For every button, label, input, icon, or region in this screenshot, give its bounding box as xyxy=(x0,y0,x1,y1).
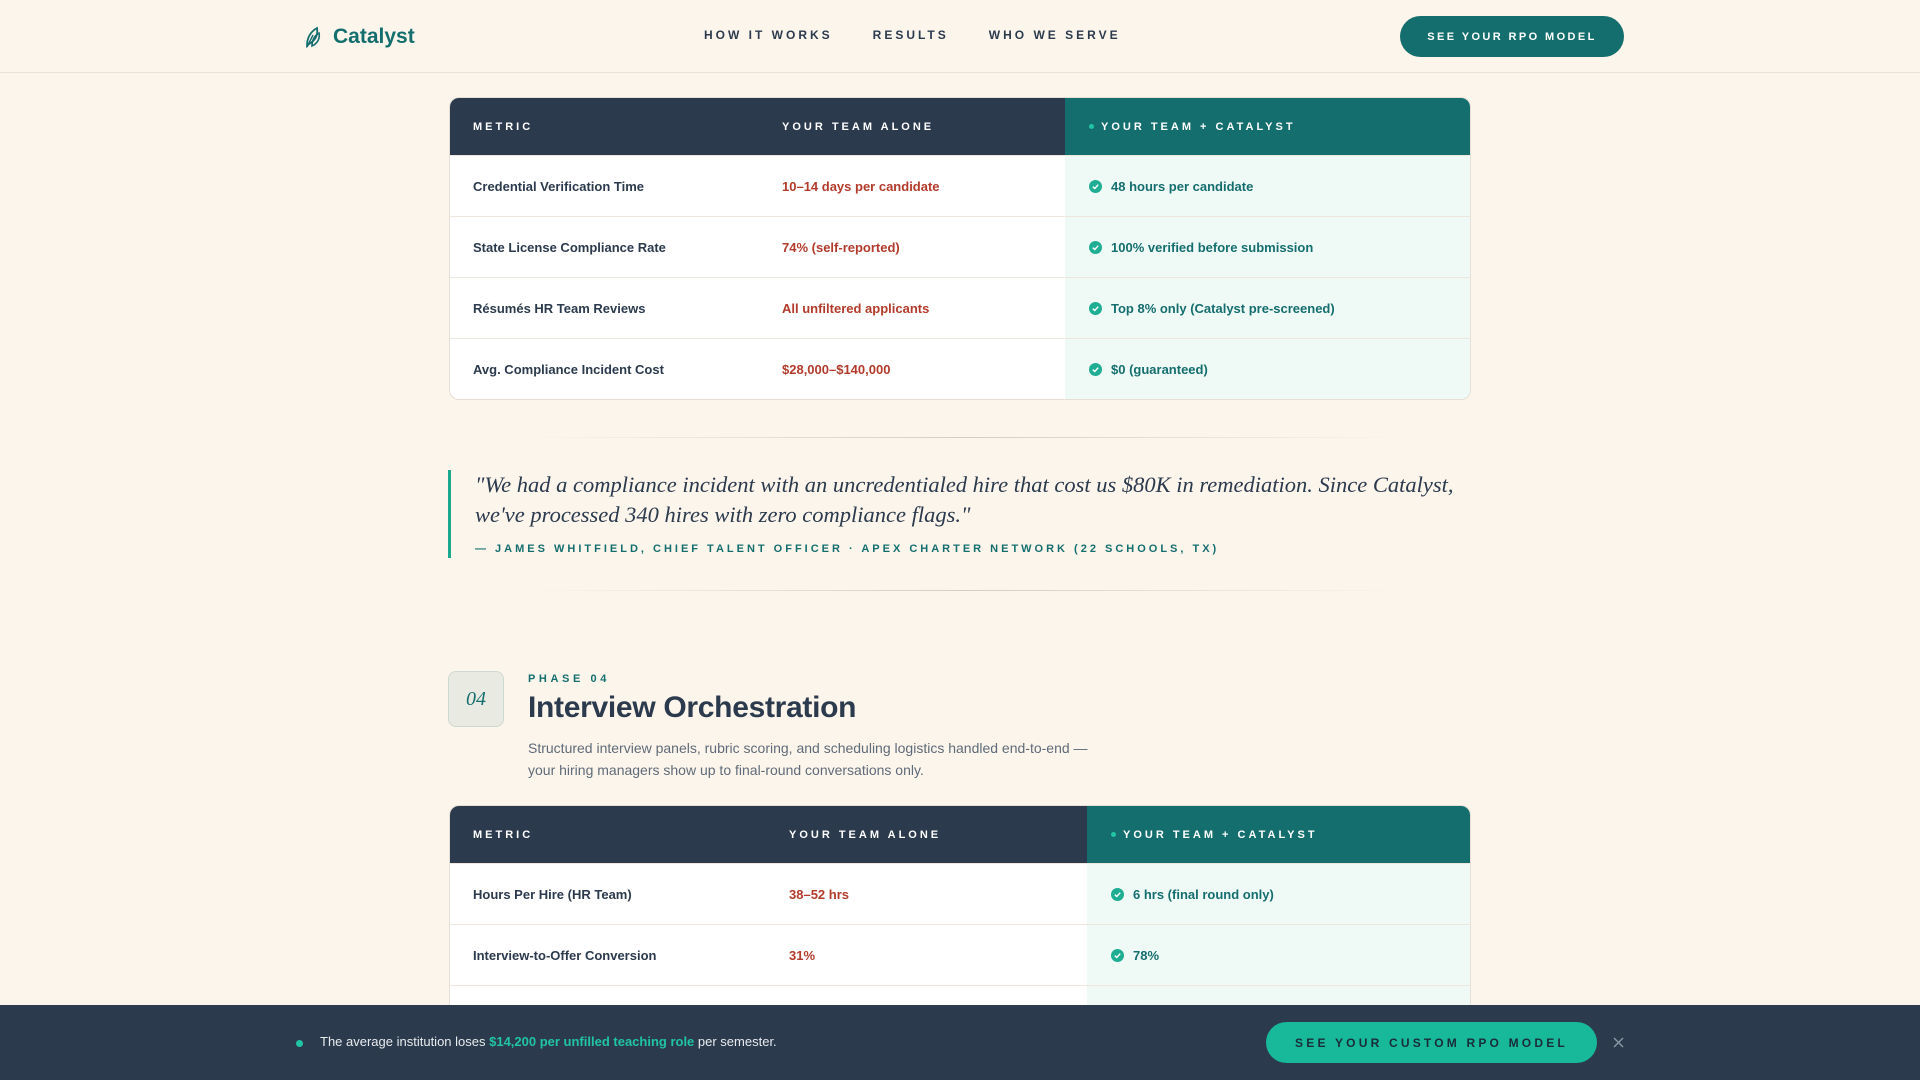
metric-cell: Credential Verification Time xyxy=(473,178,644,194)
team-catalyst-value: 6 hrs (final round only) xyxy=(1133,886,1274,902)
see-custom-rpo-model-button[interactable]: SEE YOUR CUSTOM RPO MODEL xyxy=(1266,1022,1597,1063)
team-catalyst-cell: 78% xyxy=(1087,925,1470,985)
brand-name: Catalyst xyxy=(333,25,415,48)
quote-text: "We had a compliance incident with an un… xyxy=(475,472,1454,527)
column-header-team-catalyst: YOUR TEAM + CATALYST xyxy=(1087,806,1470,863)
check-circle-icon xyxy=(1089,301,1102,315)
column-header-metric: METRIC xyxy=(450,98,782,155)
column-header-team-alone: YOUR TEAM ALONE xyxy=(789,806,1087,863)
phase-description: Structured interview panels, rubric scor… xyxy=(528,740,1088,778)
team-alone-cell: 10–14 days per candidate xyxy=(782,178,940,194)
team-alone-cell: $28,000–$140,000 xyxy=(782,361,891,377)
nav-link-who-we-serve[interactable]: WHO WE SERVE xyxy=(989,28,1121,42)
column-header-team-catalyst: YOUR TEAM + CATALYST xyxy=(1065,98,1470,155)
table-row: Avg. Compliance Incident Cost $28,000–$1… xyxy=(450,338,1470,399)
table-header-row: METRIC YOUR TEAM ALONE YOUR TEAM + CATAL… xyxy=(450,98,1470,155)
cost-message-before: The average institution loses xyxy=(320,1034,490,1049)
comparison-table-interviews: METRIC YOUR TEAM ALONE YOUR TEAM + CATAL… xyxy=(449,805,1471,1005)
site-header: Catalyst HOW IT WORKS RESULTS WHO WE SER… xyxy=(0,0,1920,73)
table-row: Credential Verification Time 10–14 days … xyxy=(450,155,1470,216)
team-alone-cell: 38–52 hrs xyxy=(789,886,849,902)
team-alone-cell: All unfiltered applicants xyxy=(782,300,930,316)
team-catalyst-value: Top 8% only (Catalyst pre-screened) xyxy=(1111,300,1335,316)
table-row-partial xyxy=(450,985,1470,1005)
nav-link-results[interactable]: RESULTS xyxy=(873,28,949,42)
team-catalyst-cell: Top 8% only (Catalyst pre-screened) xyxy=(1065,278,1470,338)
cost-highlight: $14,200 per unfilled teaching role xyxy=(489,1034,695,1049)
table-row: State License Compliance Rate 74% (self-… xyxy=(450,216,1470,277)
team-catalyst-value: 100% verified before submission xyxy=(1111,239,1314,255)
metric-cell: Avg. Compliance Incident Cost xyxy=(473,361,664,377)
column-header-team-catalyst-label: YOUR TEAM + CATALYST xyxy=(1123,828,1318,841)
phase-number-badge: 04 xyxy=(448,671,504,727)
team-alone-cell: 74% (self-reported) xyxy=(782,239,900,255)
team-catalyst-value: 48 hours per candidate xyxy=(1111,178,1254,194)
column-header-team-catalyst-label: YOUR TEAM + CATALYST xyxy=(1101,120,1296,133)
main-nav: HOW IT WORKS RESULTS WHO WE SERVE xyxy=(704,28,1121,42)
team-alone-cell xyxy=(789,986,1087,1005)
table-header-row: METRIC YOUR TEAM ALONE YOUR TEAM + CATAL… xyxy=(450,806,1470,863)
team-catalyst-value: 78% xyxy=(1133,947,1160,963)
column-header-team-alone: YOUR TEAM ALONE xyxy=(782,98,1065,155)
metric-cell: Résumés HR Team Reviews xyxy=(473,300,646,316)
team-catalyst-value: $0 (guaranteed) xyxy=(1111,361,1208,377)
team-alone-cell: 31% xyxy=(789,947,816,963)
team-catalyst-cell: 100% verified before submission xyxy=(1065,217,1470,277)
team-catalyst-cell: 6 hrs (final round only) xyxy=(1087,864,1470,924)
cost-message-after: per semester. xyxy=(694,1034,777,1049)
quote-attribution: — JAMES WHITFIELD, CHIEF TALENT OFFICER … xyxy=(475,543,1220,555)
check-circle-icon xyxy=(1111,948,1124,962)
see-rpo-model-button[interactable]: SEE YOUR RPO MODEL xyxy=(1400,16,1624,57)
check-circle-icon xyxy=(1089,179,1102,193)
metric-cell: Hours Per Hire (HR Team) xyxy=(473,886,632,902)
close-icon xyxy=(1613,1037,1623,1047)
testimonial-quote: "We had a compliance incident with an un… xyxy=(448,470,1478,558)
comparison-table-compliance: METRIC YOUR TEAM ALONE YOUR TEAM + CATAL… xyxy=(449,97,1471,400)
leaf-logo-icon xyxy=(306,26,321,48)
check-circle-icon xyxy=(1089,362,1102,376)
metric-cell: Interview-to-Offer Conversion xyxy=(473,947,657,963)
accent-dot-icon xyxy=(1111,832,1116,837)
table-row: Hours Per Hire (HR Team) 38–52 hrs 6 hrs… xyxy=(450,863,1470,924)
phase-title: Interview Orchestration xyxy=(528,691,857,724)
brand-logo[interactable]: Catalyst xyxy=(303,22,415,52)
metric-cell: State License Compliance Rate xyxy=(473,239,666,255)
cost-message: The average institution loses $14,200 pe… xyxy=(320,1034,777,1049)
sticky-cta-bar: The average institution loses $14,200 pe… xyxy=(0,1005,1920,1080)
status-dot-icon xyxy=(296,1040,303,1047)
nav-link-how-it-works[interactable]: HOW IT WORKS xyxy=(704,28,833,42)
accent-dot-icon xyxy=(1089,124,1094,129)
check-circle-icon xyxy=(1111,887,1124,901)
close-bar-button[interactable] xyxy=(1610,1034,1626,1050)
check-circle-icon xyxy=(1089,240,1102,254)
table-row: Interview-to-Offer Conversion 31% 78% xyxy=(450,924,1470,985)
metric-cell xyxy=(450,986,789,1005)
section-divider xyxy=(525,437,1405,438)
team-catalyst-cell: 48 hours per candidate xyxy=(1065,156,1470,216)
table-row: Résumés HR Team Reviews All unfiltered a… xyxy=(450,277,1470,338)
team-catalyst-cell xyxy=(1087,986,1470,1005)
column-header-metric: METRIC xyxy=(450,806,789,863)
phase-eyebrow: PHASE 04 xyxy=(528,673,610,685)
section-divider xyxy=(525,590,1405,591)
team-catalyst-cell: $0 (guaranteed) xyxy=(1065,339,1470,399)
